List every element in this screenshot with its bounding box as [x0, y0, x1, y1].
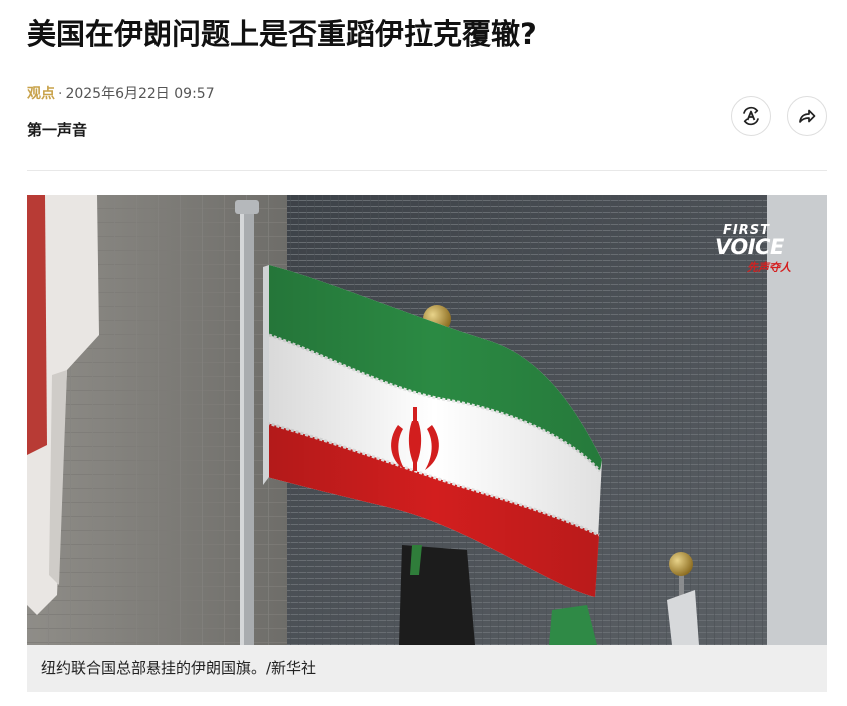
article: 美国在伊朗问题上是否重蹈伊拉克覆辙? 观点 · 2025年6月22日 09:57 第…	[27, 0, 827, 706]
translate-button[interactable]	[731, 96, 771, 136]
article-figure: FIRST VOICE 先声夺人 纽约联合国总部悬挂的伊朗国旗。/新华社	[27, 195, 827, 692]
article-photo[interactable]: FIRST VOICE 先声夺人	[27, 195, 827, 645]
article-headline: 美国在伊朗问题上是否重蹈伊拉克覆辙?	[27, 17, 537, 51]
header-divider	[27, 170, 827, 171]
photo-caption: 纽约联合国总部悬挂的伊朗国旗。/新华社	[27, 645, 827, 692]
article-meta: 观点 · 2025年6月22日 09:57	[27, 84, 215, 104]
watermark-line2: VOICE	[715, 235, 784, 259]
watermark-logo: FIRST VOICE 先声夺人	[715, 223, 801, 275]
translate-icon	[743, 106, 759, 126]
publish-date: 2025年6月22日 09:57	[65, 86, 215, 102]
watermark-line3: 先声夺人	[747, 261, 791, 274]
iranian-flag-photo	[27, 195, 827, 645]
meta-separator: ·	[58, 86, 63, 102]
share-icon	[799, 109, 816, 123]
author-name: 第一声音	[27, 121, 88, 139]
share-button[interactable]	[787, 96, 827, 136]
category-link[interactable]: 观点	[27, 86, 55, 102]
